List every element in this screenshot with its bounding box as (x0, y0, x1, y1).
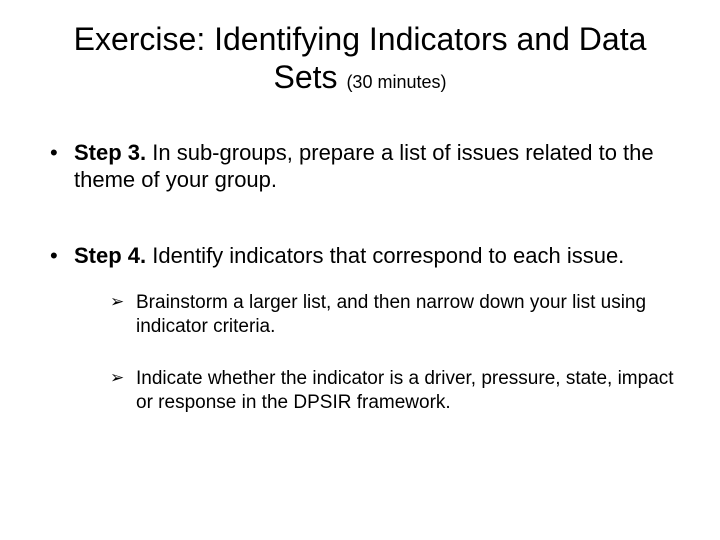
list-item: Brainstorm a larger list, and then narro… (110, 291, 680, 339)
bullet-list: Step 3. In sub-groups, prepare a list of… (40, 139, 680, 415)
slide: Exercise: Identifying Indicators and Dat… (0, 0, 720, 540)
slide-title: Exercise: Identifying Indicators and Dat… (40, 20, 680, 97)
list-item: Indicate whether the indicator is a driv… (110, 367, 680, 415)
title-duration: (30 minutes) (346, 72, 446, 92)
list-item: Step 4. Identify indicators that corresp… (40, 242, 680, 415)
step-text: In sub-groups, prepare a list of issues … (74, 140, 654, 193)
step-label: Step 4. (74, 243, 146, 268)
step-text: Identify indicators that correspond to e… (146, 243, 624, 268)
sub-bullet-list: Brainstorm a larger list, and then narro… (110, 291, 680, 414)
step-label: Step 3. (74, 140, 146, 165)
list-item: Step 3. In sub-groups, prepare a list of… (40, 139, 680, 194)
